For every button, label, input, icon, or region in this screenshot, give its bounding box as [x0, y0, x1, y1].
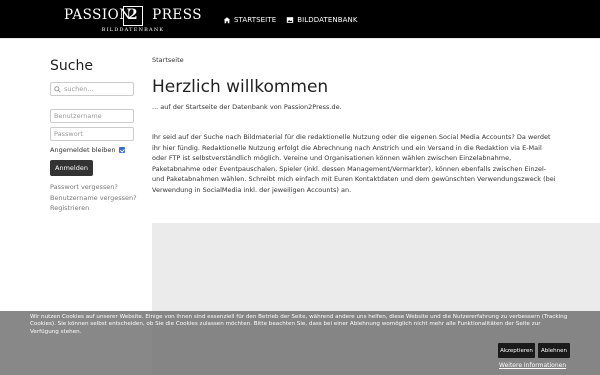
username-placeholder: Benutzername — [54, 112, 102, 120]
register-link[interactable]: Registrieren — [50, 203, 140, 214]
accept-cookies-button[interactable]: Akzeptieren — [498, 343, 535, 358]
remember-me-checkbox[interactable] — [118, 147, 125, 153]
account-links: Passwort vergessen? Benutzername vergess… — [50, 182, 140, 214]
cookie-banner: Wir nutzen Cookies auf unserer Website. … — [0, 311, 600, 375]
site-logo[interactable]: PASSION 2 PRESS BILDDATENBANK — [64, 5, 202, 35]
header-divider — [0, 38, 600, 39]
sidebar: Suche suchen... Benutzername Passwort An… — [50, 58, 140, 214]
sidebar-title: Suche — [50, 58, 93, 74]
cookie-text: Wir nutzen Cookies auf unserer Website. … — [30, 314, 568, 335]
nav-label-startseite: Startseite — [234, 16, 277, 24]
username-field[interactable]: Benutzername — [50, 109, 134, 123]
home-icon — [223, 17, 231, 24]
logo-word-1: PASSION — [64, 7, 132, 23]
cookie-more-info-link[interactable]: Weitere Informationen — [499, 362, 566, 369]
forgot-username-link[interactable]: Benutzername vergessen? — [50, 193, 140, 204]
search-icon — [54, 85, 61, 93]
remember-me-row: Angemeldet bleiben — [50, 146, 140, 154]
image-icon — [287, 17, 294, 23]
logo-number-box: 2 — [123, 6, 143, 26]
top-navbar: PASSION 2 PRESS BILDDATENBANK Startseite… — [0, 0, 600, 38]
password-field[interactable]: Passwort — [50, 127, 134, 141]
password-placeholder: Passwort — [54, 130, 83, 138]
nav-label-bilddatenbank: Bilddatenbank — [297, 16, 358, 24]
nav-item-startseite[interactable]: Startseite — [223, 13, 276, 27]
page-subtitle: ... auf der Startseite der Datenbank von… — [152, 103, 342, 111]
logo-subtitle: BILDDATENBANK — [101, 27, 165, 33]
breadcrumb[interactable]: Startseite — [152, 56, 557, 64]
main-nav: Startseite Bilddatenbank — [223, 13, 358, 27]
login-button[interactable]: Anmelden — [50, 160, 93, 176]
search-placeholder: suchen... — [64, 85, 94, 93]
forgot-password-link[interactable]: Passwort vergessen? — [50, 182, 140, 193]
remember-me-label: Angemeldet bleiben — [50, 146, 116, 154]
search-input[interactable]: suchen... — [50, 82, 134, 96]
intro-text: Ihr seid auf der Suche nach Bildmaterial… — [152, 133, 556, 194]
nav-item-bilddatenbank[interactable]: Bilddatenbank — [286, 13, 357, 27]
logo-word-2: PRESS — [152, 7, 202, 23]
main-content: Startseite Herzlich willkommen ... auf d… — [152, 56, 557, 195]
decline-cookies-button[interactable]: Ablehnen — [538, 343, 570, 358]
page-title: Herzlich willkommen — [152, 77, 329, 97]
